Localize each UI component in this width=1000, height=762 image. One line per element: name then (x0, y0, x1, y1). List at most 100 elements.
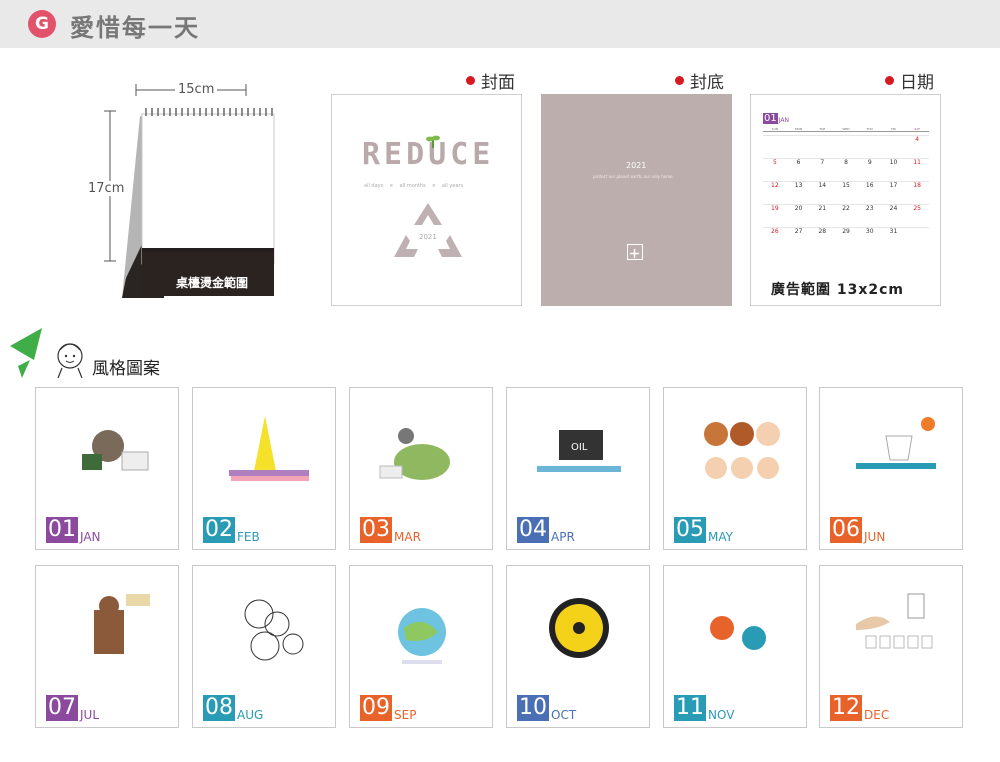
month-illustration: OIL (537, 430, 621, 472)
desk-calendar-illustration (104, 84, 275, 298)
month-tile-aug[interactable]: 08 AUG (192, 565, 336, 728)
month-tile-jan[interactable]: 01 JAN (35, 387, 179, 550)
weekday-header: FRI (891, 127, 896, 131)
calendar-day: 11 (913, 159, 921, 166)
cover-heading: 封面 (466, 68, 515, 93)
calendar-day: 27 (794, 228, 803, 235)
recycle-icon (394, 203, 462, 257)
month-abbr: AUG (237, 708, 264, 722)
foil-area-label: 桌檯燙金範圍 (176, 276, 249, 290)
month-tile-feb[interactable]: 02 FEB (192, 387, 336, 550)
bullet-dot (885, 76, 894, 85)
weekday-header: SAT (914, 127, 920, 131)
month-number: 03 (360, 517, 392, 543)
calendar-day: 8 (844, 159, 848, 166)
month-abbr: FEB (237, 530, 260, 544)
calendar-day: 13 (794, 182, 803, 189)
month-number: 11 (674, 695, 706, 721)
back-cover-heading: 封底 (675, 68, 724, 93)
calendar-day (834, 136, 858, 158)
style-section-title: 風格圖案 (92, 359, 160, 379)
calendar-day: 21 (818, 205, 827, 212)
calendar-day (810, 136, 834, 158)
back-cover-panel[interactable]: 2021 protect our planet earth, our only … (541, 94, 732, 306)
calendar-day: 29 (842, 228, 850, 235)
month-illustration (82, 430, 149, 471)
month-number: 09 (360, 695, 392, 721)
month-illustration (549, 598, 609, 658)
month-number: 04 (517, 517, 549, 543)
calendar-day: 16 (865, 182, 874, 189)
month-number: 01 (46, 517, 78, 543)
month-abbr: SEP (394, 708, 417, 722)
month-label: 11 NOV (674, 695, 734, 721)
month-abbr: APR (551, 530, 575, 544)
back-cover-year: 2021 (626, 161, 647, 170)
calendar-day (787, 136, 811, 158)
calendar-day: 18 (913, 182, 921, 189)
month-tile-jun[interactable]: 06 JUN (819, 387, 963, 550)
month-abbr: DEC (864, 708, 890, 722)
style-section-heading: 風格圖案 (8, 326, 178, 382)
cover-subtitle: all days × all months × all years (364, 183, 464, 189)
calendar-day: 26 (771, 228, 779, 235)
month-number: 08 (203, 695, 235, 721)
calendar-day: 10 (889, 159, 898, 166)
month-illustration (398, 608, 446, 664)
month-tile-mar[interactable]: 03 MAR (349, 387, 493, 550)
desk-calendar-mockup: 15cm 17cm 桌檯燙金範圍 (88, 78, 290, 303)
month-tile-sep[interactable]: 09 SEP (349, 565, 493, 728)
date-month-label: 01 JAN (763, 113, 789, 124)
calendar-day: 20 (794, 205, 803, 212)
calendar-day: 14 (818, 182, 827, 189)
calendar-day (858, 136, 882, 158)
calendar-day (905, 228, 929, 250)
month-illustration (229, 416, 309, 481)
calendar-day: 15 (842, 182, 850, 189)
calendar-day: 19 (771, 205, 779, 212)
calendar-day: 24 (889, 205, 898, 212)
page-title: 愛惜每一天 (70, 14, 200, 42)
month-abbr: MAR (394, 530, 421, 544)
date-heading: 日期 (885, 68, 934, 93)
calendar-day: 7 (820, 159, 825, 166)
month-tile-apr[interactable]: OIL 04 APR (506, 387, 650, 550)
svg-text:OIL: OIL (571, 442, 588, 453)
month-tile-oct[interactable]: 10 OCT (506, 565, 650, 728)
month-illustration (379, 428, 450, 480)
calendar-day: 30 (865, 228, 874, 235)
month-label: 12 DEC (830, 695, 889, 721)
height-dimension-label: 17cm (88, 181, 125, 196)
month-label: 05 MAY (674, 517, 733, 543)
calendar-day (763, 136, 787, 158)
weekday-header: SUN (771, 127, 779, 131)
bullet-dot (466, 76, 475, 85)
month-illustration (244, 599, 304, 661)
month-abbr: JUN (864, 530, 886, 544)
calendar-day: 6 (796, 159, 801, 166)
month-tile-may[interactable]: 05 MAY (663, 387, 807, 550)
month-abbr: MAY (708, 530, 733, 544)
month-number: 07 (46, 695, 78, 721)
month-tile-dec[interactable]: 12 DEC (819, 565, 963, 728)
weekday-header: MON (794, 127, 803, 131)
logo-icon (627, 244, 643, 260)
cover-panel[interactable]: REDUCE all days × all months × all years 202… (331, 94, 522, 306)
calendar-day: 28 (818, 228, 827, 235)
month-label: 02 FEB (203, 517, 260, 543)
calendar-day: 17 (889, 182, 898, 189)
month-label: 03 MAR (360, 517, 421, 543)
calendar-day: 5 (772, 159, 777, 166)
weekday-header: WED (842, 127, 850, 131)
calendar-day (882, 136, 906, 158)
month-illustration (710, 616, 766, 650)
date-page-panel[interactable]: 01 JAN SUN MON TUE WED THU FRI SAT 4 5 6 7 8 9 10 11 12… (750, 94, 941, 306)
month-tile-nov[interactable]: 11 NOV (663, 565, 807, 728)
calendar-day: 23 (865, 205, 874, 212)
back-cover-tagline: protect our planet earth, our only home. (593, 174, 674, 179)
month-tile-jul[interactable]: 07 JUL (35, 565, 179, 728)
calendar-day: 12 (771, 182, 779, 189)
month-number: 05 (674, 517, 706, 543)
month-number: 12 (830, 695, 862, 721)
calendar-day: 31 (889, 228, 898, 235)
